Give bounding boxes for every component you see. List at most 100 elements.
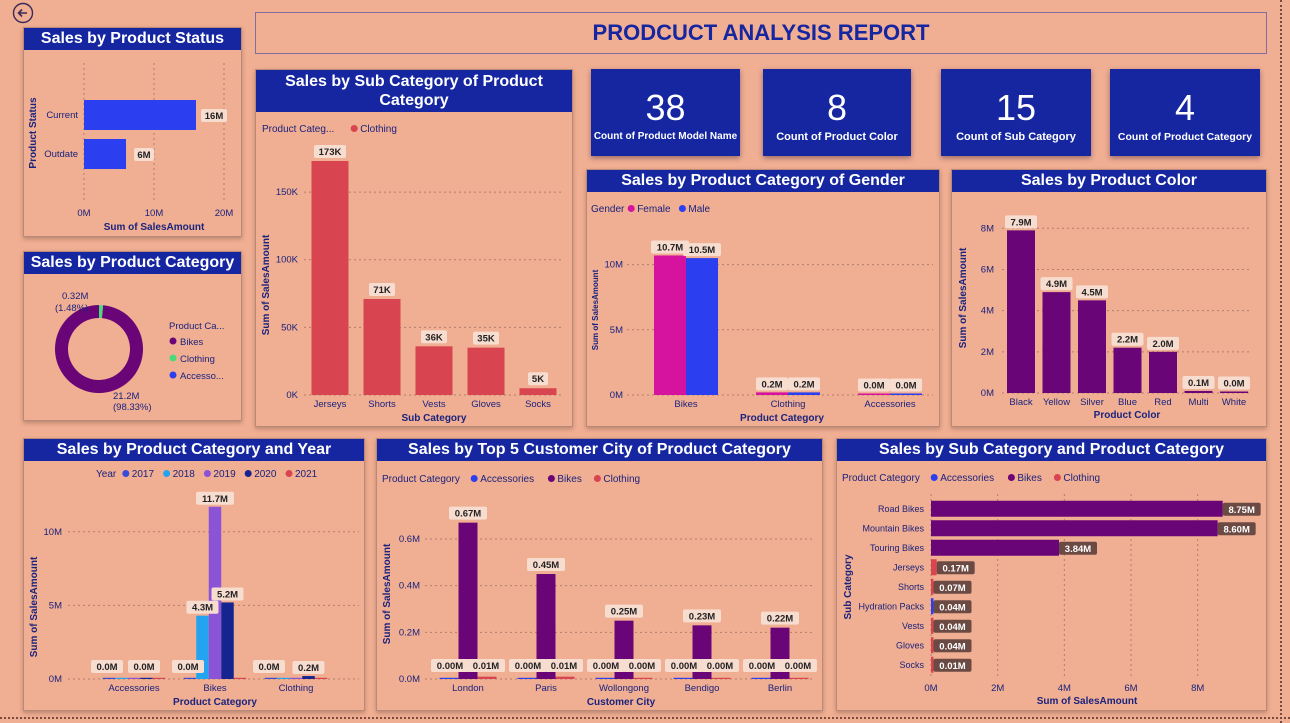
tick-label: Vests [902,621,925,631]
bar [711,677,731,679]
tick-label: 0M [981,388,994,399]
year-chart: Year 2017 2018 2019 2020 2021 0M 5M 10M Accessori… [29,469,359,708]
data-label: 0.2M [761,379,782,390]
subcat-clothing-chart: Product Categ... Clothing 0K 50K 100K 150K 173… [261,124,564,424]
bar [314,677,328,679]
data-label: 5.2M [217,589,238,600]
bar [788,392,820,395]
axis-title-y: Product Status [28,97,39,169]
legend-item: Accesso... [180,371,224,382]
legend-title: Year [96,469,117,480]
axis-title-x: Product Color [1094,410,1161,421]
color-chart: 0M 2M 4M 6M 8M 7.9M Black 4.9M Yellow 4.5M Silver 2… [958,215,1252,421]
data-label: 0.00M [515,661,541,672]
data-label: 0.25M [611,607,637,618]
bar [127,677,141,679]
data-label: 10.7M [657,242,683,253]
tick-label: Vests [422,399,445,410]
bar [233,677,247,679]
tick-label: Current [46,110,78,121]
tick-label: 6M [981,264,994,275]
panel-gender[interactable]: Sales by Product Category of Gender Gend… [586,169,940,427]
panel-year[interactable]: Sales by Product Category and Year Year 2… [23,438,365,711]
tick-label: Accessories [864,399,915,410]
tick-label: 10M [44,527,63,538]
legend-item: 2021 [295,469,318,480]
panel-status[interactable]: Sales by Product Status 0M 10M 20M Current 1… [23,27,242,237]
tick-label: 150K [276,187,299,198]
tick-label: Black [1009,397,1032,408]
data-label: 11.7M [202,494,228,505]
legend-item: 2019 [213,469,236,480]
tick-label: Bikes [203,683,226,694]
data-label: 6M [137,150,150,161]
bar [555,676,575,679]
tick-label: Berlin [768,683,792,694]
panel-city[interactable]: Sales by Top 5 Customer City of Product … [376,438,823,711]
tick-label: 0.6M [399,534,420,545]
category-donut-chart: 0.32M(1.48%) 21.2M(98.33%) Product Ca... Bi… [55,291,224,413]
bar [1007,230,1035,393]
data-label: 0.17M [942,563,968,574]
panel-subcat-hbar[interactable]: Sales by Sub Category and Product Catego… [836,438,1267,711]
tick-label: Socks [525,399,551,410]
legend-title: Product Ca... [169,321,224,332]
data-label: 8.75M [1228,505,1254,516]
data-label: 0.04M [939,641,965,652]
legend-item: 2020 [254,469,277,480]
legend-title: Product Categ... [262,124,334,135]
axis-title-x: Sum of SalesAmount [1037,696,1138,707]
back-arrow-icon[interactable] [12,2,34,24]
legend-marker [678,205,686,212]
bar [1220,391,1248,393]
bar [221,602,234,679]
bar [654,255,686,395]
axis-title-x: Product Category [173,697,257,708]
bar [686,258,718,395]
tick-label: Socks [899,660,924,670]
bar [931,617,934,634]
panel-subcat-clothing[interactable]: Sales by Sub Category of Product Categor… [255,69,573,427]
tick-label: 50K [281,322,299,333]
tick-label: 0M [924,683,937,694]
panel-category-donut[interactable]: Sales by Product Category 0.32M (1.48%) 21… [23,251,242,421]
data-label: 0.00M [749,661,775,672]
bar [890,393,922,395]
tick-label: Outdate [44,149,78,160]
kpi-value: 4 [1174,87,1196,128]
bar [1149,351,1177,393]
legend-item: Clothing [360,124,397,135]
data-label: 8.60M [1223,524,1249,535]
data-label: 0.00M [671,661,697,672]
tick-label: Multi [1188,397,1208,408]
tick-label: 10M [145,208,164,219]
bar [931,559,937,576]
data-label: 2.2M [1117,335,1138,346]
data-label: 2.0M [1152,339,1173,350]
axis-title-y: Sum of SalesAmount [261,234,272,335]
legend-marker [169,354,177,362]
tick-label: 10M [605,260,624,271]
bar [363,298,401,395]
page-border-bottom [0,717,1290,719]
axis-title-x: Sub Category [401,413,466,424]
donut-slice [55,305,144,393]
bar [517,677,537,679]
bar [789,677,809,679]
data-label: 36K [425,332,443,343]
tick-label: 0.4M [399,581,420,592]
bar [84,139,126,169]
legend-title: Product Category [382,474,460,485]
data-label: 0.0M [177,662,198,673]
legend-item: Clothing [1063,473,1100,484]
panel-color[interactable]: Sales by Product Color 0M 2M 4M 6M 8M 7.9M Bla… [951,169,1267,427]
axis-title-y: Sum of SalesAmount [382,543,393,644]
data-label: 0.00M [629,661,655,672]
data-label: 0.45M [533,560,559,571]
data-label: 0.07M [939,583,965,594]
kpi-subcategory-count: 15 Count of Sub Category [941,69,1091,156]
bar [756,392,788,395]
legend-item: Bikes [557,474,581,485]
tick-label: Gloves [896,640,925,650]
bar [858,393,890,395]
